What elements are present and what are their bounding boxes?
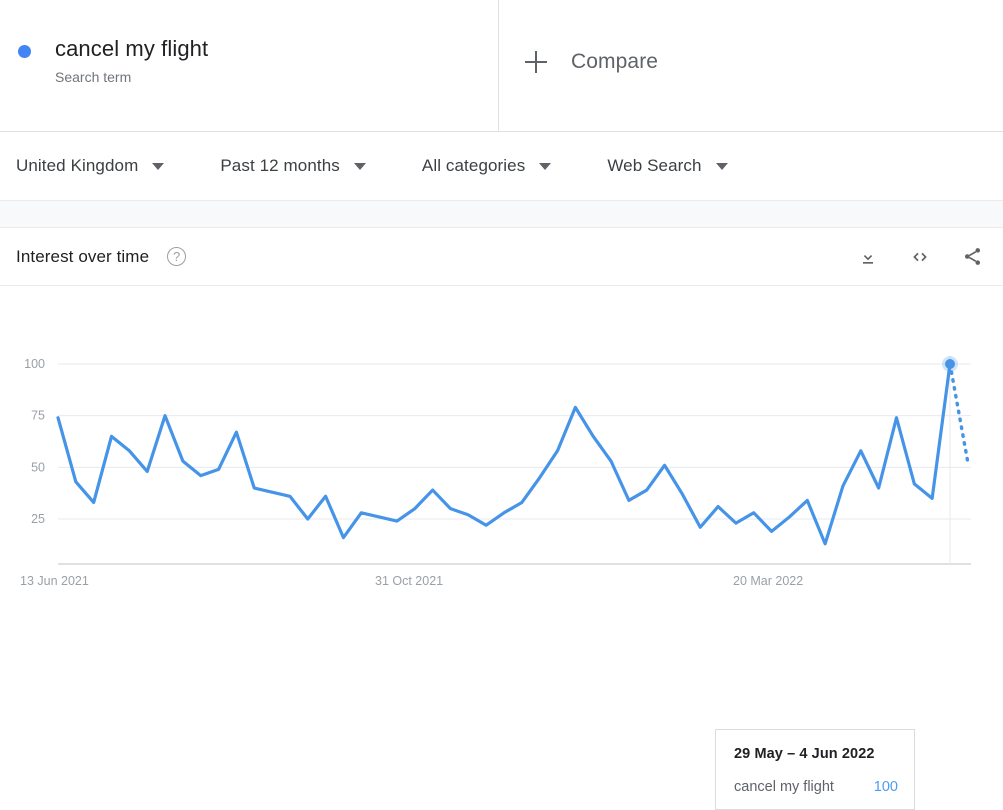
search-term-title: cancel my flight [55, 36, 209, 61]
x-axis-tick-label: 31 Oct 2021 [375, 574, 443, 588]
search-term-bar: cancel my flight Search term Compare [0, 0, 1003, 132]
x-axis-tick-label: 20 Mar 2022 [733, 574, 803, 588]
download-icon[interactable] [855, 244, 881, 270]
y-axis-tick-label: 75 [31, 409, 45, 423]
compare-cell: Compare [499, 0, 1003, 131]
interest-over-time-chart[interactable]: 25 50 75 100 13 Jun 2021 31 Oct 2021 20 Mar 20… [0, 286, 1003, 658]
help-icon[interactable]: ? [167, 247, 187, 266]
chevron-down-icon [539, 162, 552, 170]
series-color-dot [18, 45, 31, 58]
search-term-subtitle: Search term [55, 69, 132, 85]
embed-code-icon[interactable] [907, 244, 933, 270]
filter-search-type-label: Web Search [607, 156, 702, 175]
y-axis-tick-label: 100 [24, 357, 45, 371]
card-actions [855, 244, 985, 270]
chart-tooltip: 29 May – 4 Jun 2022 cancel my flight 100 [715, 729, 915, 810]
filter-location-label: United Kingdom [16, 156, 139, 175]
filter-time-range-label: Past 12 months [220, 156, 340, 175]
filter-search-type[interactable]: Web Search [607, 156, 728, 176]
interest-over-time-card: Interest over time ? 25 50 75 100 13 Jun… [0, 228, 1003, 810]
plus-icon [525, 51, 547, 73]
filter-category-label: All categories [421, 156, 526, 175]
add-comparison-button[interactable]: Compare [525, 50, 658, 74]
chevron-down-icon [353, 162, 366, 170]
share-icon[interactable] [959, 244, 985, 270]
y-axis-tick-label: 25 [31, 512, 45, 526]
tooltip-value-row: cancel my flight 100 [734, 779, 898, 795]
tooltip-series-label: cancel my flight [734, 779, 834, 795]
chevron-down-icon [715, 162, 728, 170]
y-axis-tick-label: 50 [31, 460, 45, 474]
tooltip-value: 100 [873, 779, 898, 795]
compare-label: Compare [571, 50, 659, 73]
chart-area[interactable]: 25 50 75 100 13 Jun 2021 31 Oct 2021 20 Mar 20… [0, 286, 1003, 810]
filter-bar: United Kingdom Past 12 months All catego… [0, 132, 1003, 200]
trend-line [56, 362, 952, 546]
chevron-down-icon [152, 162, 165, 170]
page-title: Interest over time [16, 246, 150, 266]
point-marker [945, 359, 955, 369]
tooltip-date-range: 29 May – 4 Jun 2022 [734, 746, 875, 762]
partial-data-dotted-line [948, 362, 970, 465]
filter-time-range[interactable]: Past 12 months [220, 156, 366, 176]
x-axis-tick-label: 13 Jun 2021 [20, 574, 89, 588]
filter-location[interactable]: United Kingdom [16, 156, 165, 176]
filter-category[interactable]: All categories [421, 156, 552, 176]
card-header: Interest over time ? [0, 228, 1003, 286]
search-term-card[interactable]: cancel my flight Search term [0, 0, 499, 131]
card-title-wrap: Interest over time ? [16, 246, 187, 267]
section-divider-band [0, 200, 1003, 228]
